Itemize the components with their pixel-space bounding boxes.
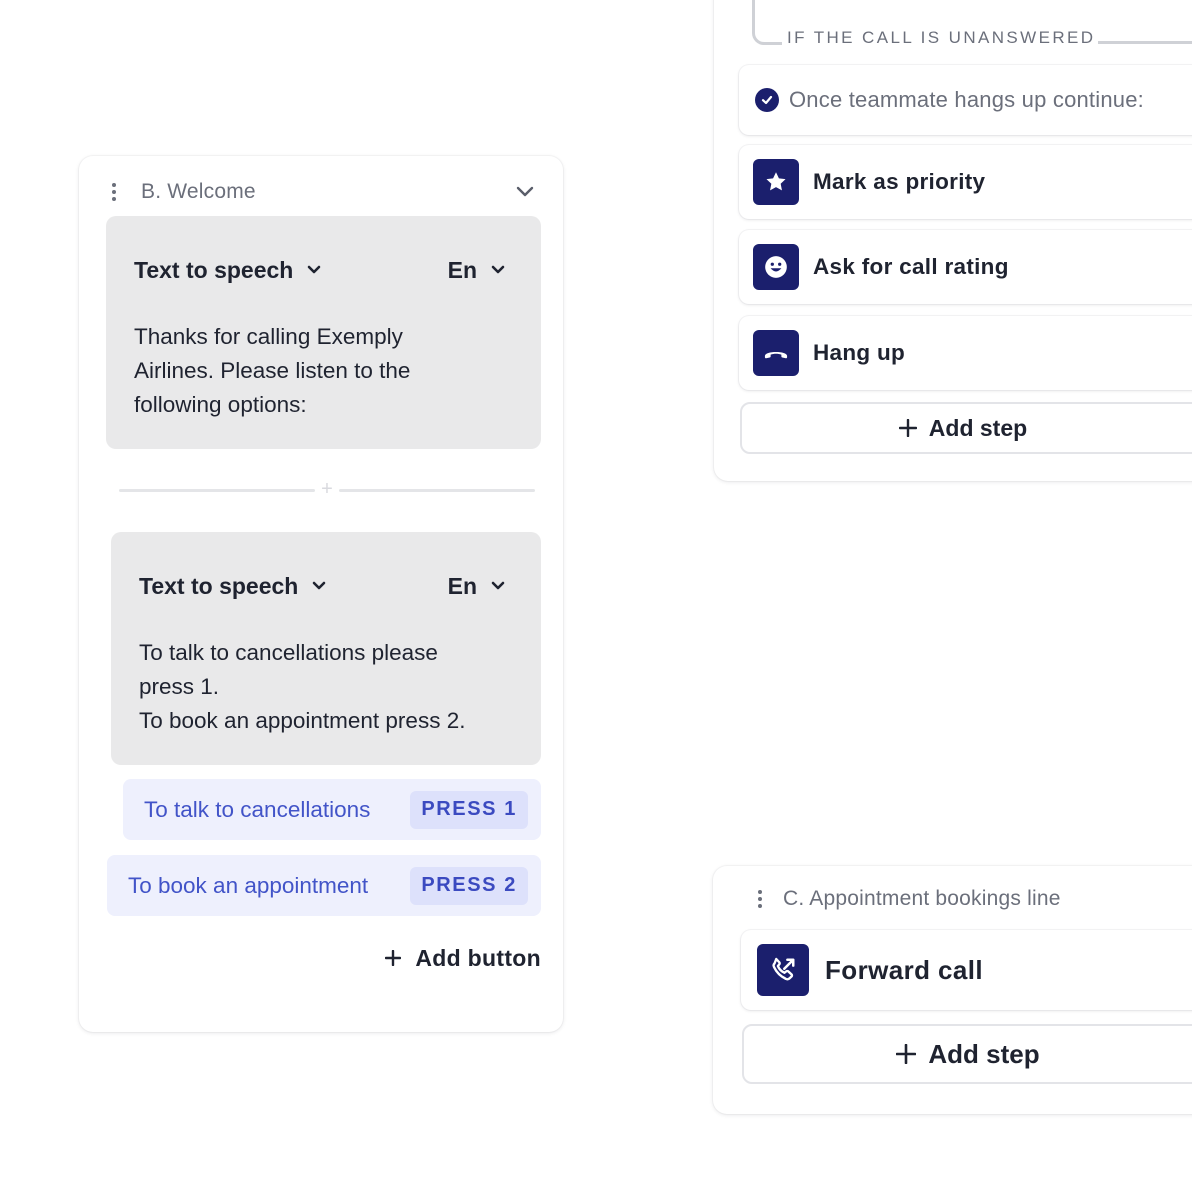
chevron-down-icon: [491, 265, 505, 274]
keypress-badge: PRESS 1: [410, 790, 528, 829]
drag-handle-icon[interactable]: [107, 183, 121, 201]
welcome-card: B. Welcome Text to speech En Thanks for …: [79, 156, 563, 1032]
language-label: En: [447, 572, 477, 599]
plus-icon[interactable]: +: [319, 478, 335, 501]
add-step-label: Add step: [928, 414, 1028, 441]
add-button-label: Add button: [415, 944, 541, 971]
step-label: Ask for call rating: [813, 254, 1009, 279]
welcome-card-header: B. Welcome: [107, 178, 535, 206]
smiley-icon: [753, 244, 799, 290]
branch-connector-line: [1098, 41, 1192, 44]
tts-block[interactable]: Text to speech En To talk to cancellatio…: [111, 532, 541, 765]
tts-type-dropdown[interactable]: Text to speech: [139, 573, 326, 600]
appointment-bookings-card: C. Appointment bookings line Forward cal…: [713, 866, 1192, 1114]
continue-condition: Once teammate hangs up continue:: [739, 65, 1192, 135]
branch-connector: [752, 0, 782, 45]
language-label: En: [447, 256, 477, 283]
language-dropdown[interactable]: En: [448, 257, 505, 284]
chevron-down-icon: [308, 265, 321, 274]
unanswered-branch-card: IF THE CALL IS UNANSWERED Once teammate …: [714, 0, 1192, 481]
hang-up-icon: [753, 330, 799, 376]
language-dropdown[interactable]: En: [448, 573, 505, 600]
option-label: To talk to cancellations: [144, 796, 371, 822]
step-label: Mark as priority: [813, 169, 986, 194]
step-label: Forward call: [825, 954, 983, 985]
step-ask-for-call-rating[interactable]: Ask for call rating: [739, 230, 1192, 304]
tts-block[interactable]: Text to speech En Thanks for calling Exe…: [106, 216, 541, 449]
tts-type-label: Text to speech: [134, 256, 294, 283]
check-circle-icon: [755, 88, 779, 112]
chevron-down-icon: [313, 581, 326, 590]
tts-text[interactable]: To talk to cancellations please press 1.…: [139, 636, 521, 738]
drag-handle-icon[interactable]: [753, 890, 767, 908]
step-hang-up[interactable]: Hang up: [739, 316, 1192, 390]
add-step-button[interactable]: Add step: [742, 1024, 1192, 1084]
menu-option-appointment[interactable]: To book an appointment PRESS 2: [107, 855, 541, 916]
appointment-card-header: C. Appointment bookings line: [753, 884, 1192, 914]
insert-step-divider[interactable]: +: [119, 478, 535, 501]
appointment-card-title: C. Appointment bookings line: [783, 887, 1061, 910]
add-step-button[interactable]: Add step: [740, 402, 1192, 454]
chevron-down-icon: [491, 581, 505, 590]
menu-option-cancellations[interactable]: To talk to cancellations PRESS 1: [123, 779, 541, 840]
forward-call-icon: [757, 944, 809, 996]
option-label: To book an appointment: [128, 872, 369, 898]
plus-icon: [898, 419, 917, 437]
keypress-badge: PRESS 2: [410, 866, 528, 905]
step-forward-call[interactable]: Forward call: [741, 930, 1192, 1010]
welcome-card-title: B. Welcome: [141, 180, 256, 203]
tts-type-dropdown[interactable]: Text to speech: [134, 257, 321, 284]
star-icon: [753, 159, 799, 205]
add-button-button[interactable]: Add button: [385, 942, 541, 974]
step-mark-as-priority[interactable]: Mark as priority: [739, 145, 1192, 219]
branch-label: IF THE CALL IS UNANSWERED: [787, 28, 1096, 47]
collapse-chevron-icon[interactable]: [515, 182, 535, 202]
plus-icon: [896, 1044, 917, 1064]
step-label: Hang up: [813, 340, 906, 365]
tts-text[interactable]: Thanks for calling Exemply Airlines. Ple…: [134, 320, 521, 422]
add-step-label: Add step: [928, 1038, 1040, 1069]
tts-type-label: Text to speech: [139, 572, 299, 599]
plus-icon: [385, 950, 402, 966]
continue-label: Once teammate hangs up continue:: [789, 87, 1144, 112]
